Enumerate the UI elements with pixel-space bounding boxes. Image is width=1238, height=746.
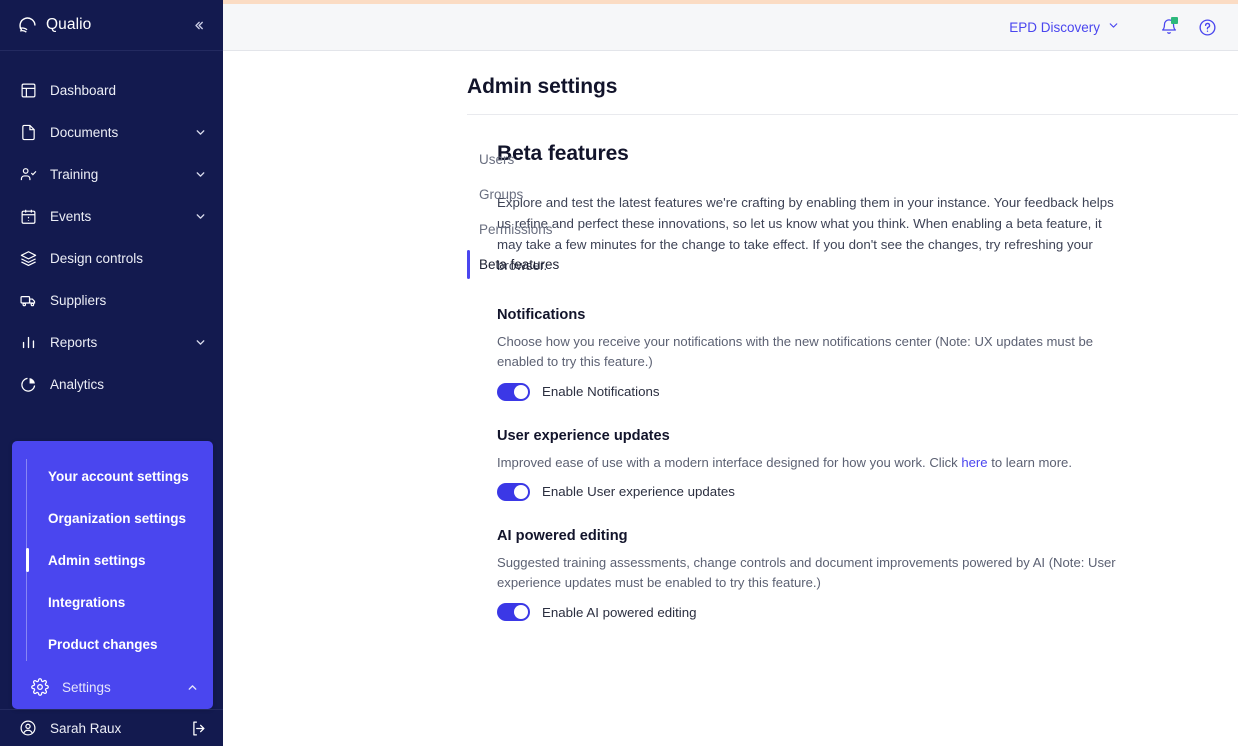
tab-label: Groups xyxy=(479,187,523,202)
feature-description: Choose how you receive your notification… xyxy=(497,332,1117,373)
application-window: Qualio Dashboard xyxy=(0,0,1238,746)
calendar-icon xyxy=(18,206,38,226)
settings-submenu-panel: Your account settings Organization setti… xyxy=(12,441,213,709)
learn-more-link[interactable]: here xyxy=(961,455,987,470)
org-switcher-label: EPD Discovery xyxy=(1009,20,1100,35)
sidebar-item-label: Settings xyxy=(62,680,111,695)
toggle-row: Enable AI powered editing xyxy=(497,603,1138,621)
sidebar-item-label: Documents xyxy=(50,125,118,140)
feature-title: User experience updates xyxy=(497,428,1138,444)
sidebar-subitem-admin-settings[interactable]: Admin settings xyxy=(36,539,213,581)
sidebar-item-settings[interactable]: Settings xyxy=(12,665,213,709)
sidebar-item-label: Reports xyxy=(50,335,97,350)
toggle-enable-ai-powered-editing[interactable] xyxy=(497,603,530,621)
toggle-knob xyxy=(514,605,528,619)
toggle-label: Enable AI powered editing xyxy=(542,605,697,620)
tab-groups[interactable]: Groups xyxy=(467,177,667,212)
settings-submenu-list: Your account settings Organization setti… xyxy=(12,455,213,665)
tab-label: Users xyxy=(479,152,514,167)
toggle-label: Enable Notifications xyxy=(542,384,660,399)
sidebar-subitem-label: Organization settings xyxy=(48,511,186,526)
feature-description-after-link: to learn more. xyxy=(988,455,1072,470)
toggle-enable-notifications[interactable] xyxy=(497,383,530,401)
toggle-row: Enable Notifications xyxy=(497,383,1138,401)
layers-icon xyxy=(18,248,38,268)
sidebar-subitem-integrations[interactable]: Integrations xyxy=(36,581,213,623)
sidebar-user-name: Sarah Raux xyxy=(50,721,121,736)
sidebar: Qualio Dashboard xyxy=(0,0,223,746)
sidebar-subitem-your-account-settings[interactable]: Your account settings xyxy=(36,455,213,497)
feature-user-experience-updates: User experience updates Improved ease of… xyxy=(497,428,1138,501)
sidebar-item-training[interactable]: Training xyxy=(0,153,223,195)
notifications-badge xyxy=(1171,17,1178,24)
chevron-down-icon xyxy=(1107,19,1120,35)
settings-section-nav: Users Groups Permissions Beta features xyxy=(223,142,475,746)
toggle-knob xyxy=(514,485,528,499)
page-title: Admin settings xyxy=(467,75,1238,99)
tab-permissions[interactable]: Permissions xyxy=(467,212,667,247)
sidebar-item-label: Dashboard xyxy=(50,83,116,98)
dashboard-icon xyxy=(18,80,38,100)
sidebar-subitem-label: Integrations xyxy=(48,595,125,610)
tab-beta-features[interactable]: Beta features xyxy=(467,247,667,282)
sidebar-subitem-product-changes[interactable]: Product changes xyxy=(36,623,213,665)
truck-icon xyxy=(18,290,38,310)
sidebar-item-events[interactable]: Events xyxy=(0,195,223,237)
feature-title: Notifications xyxy=(497,307,1138,323)
document-icon xyxy=(18,122,38,142)
sidebar-item-design-controls[interactable]: Design controls xyxy=(0,237,223,279)
toggle-row: Enable User experience updates xyxy=(497,483,1138,501)
sidebar-item-label: Suppliers xyxy=(50,293,106,308)
toggle-label: Enable User experience updates xyxy=(542,484,735,499)
toggle-knob xyxy=(514,385,528,399)
feature-description: Improved ease of use with a modern inter… xyxy=(497,453,1117,473)
chevron-down-icon[interactable] xyxy=(193,335,207,349)
chevron-down-icon[interactable] xyxy=(193,167,207,181)
feature-description: Suggested training assessments, change c… xyxy=(497,553,1117,594)
bar-chart-icon xyxy=(18,332,38,352)
training-user-check-icon xyxy=(18,164,38,184)
pie-chart-icon xyxy=(18,374,38,394)
settings-body: Users Groups Permissions Beta features B… xyxy=(223,115,1238,746)
primary-navigation: Dashboard Documents xyxy=(0,51,223,405)
main-area: EPD Discovery Admin settings xyxy=(223,0,1238,746)
page-title-bar: Admin settings xyxy=(223,51,1238,114)
top-bar: EPD Discovery xyxy=(223,4,1238,51)
sidebar-subitem-label: Your account settings xyxy=(48,469,189,484)
sidebar-item-reports[interactable]: Reports xyxy=(0,321,223,363)
user-circle-icon xyxy=(18,718,38,738)
chevron-up-icon[interactable] xyxy=(185,680,199,694)
brand-name: Qualio xyxy=(46,16,91,34)
sidebar-item-analytics[interactable]: Analytics xyxy=(0,363,223,405)
feature-ai-powered-editing: AI powered editing Suggested training as… xyxy=(497,528,1138,622)
sidebar-logo-row: Qualio xyxy=(0,0,223,51)
sidebar-item-suppliers[interactable]: Suppliers xyxy=(0,279,223,321)
sidebar-subitem-label: Product changes xyxy=(48,637,158,652)
sidebar-user-row[interactable]: Sarah Raux xyxy=(0,709,223,746)
gear-icon xyxy=(30,677,50,697)
tab-label: Beta features xyxy=(479,257,559,272)
qualio-wave-logo-icon xyxy=(16,14,38,36)
logout-icon[interactable] xyxy=(189,719,207,737)
help-button[interactable] xyxy=(1194,14,1220,40)
tab-label: Permissions xyxy=(479,222,553,237)
toggle-enable-user-experience-updates[interactable] xyxy=(497,483,530,501)
sidebar-item-label: Training xyxy=(50,167,98,182)
sidebar-subitem-label: Admin settings xyxy=(48,553,146,568)
chevron-down-icon[interactable] xyxy=(193,209,207,223)
notifications-button[interactable] xyxy=(1156,14,1182,40)
feature-description-before-link: Improved ease of use with a modern inter… xyxy=(497,455,961,470)
sidebar-item-label: Design controls xyxy=(50,251,143,266)
feature-notifications: Notifications Choose how you receive you… xyxy=(497,307,1138,401)
sidebar-item-dashboard[interactable]: Dashboard xyxy=(0,69,223,111)
org-switcher[interactable]: EPD Discovery xyxy=(1009,19,1120,35)
sidebar-item-label: Events xyxy=(50,209,91,224)
sidebar-collapse-icon[interactable] xyxy=(187,14,209,36)
chevron-down-icon[interactable] xyxy=(193,125,207,139)
tab-users[interactable]: Users xyxy=(467,142,667,177)
sidebar-subitem-organization-settings[interactable]: Organization settings xyxy=(36,497,213,539)
feature-title: AI powered editing xyxy=(497,528,1138,544)
sidebar-item-documents[interactable]: Documents xyxy=(0,111,223,153)
sidebar-item-label: Analytics xyxy=(50,377,104,392)
